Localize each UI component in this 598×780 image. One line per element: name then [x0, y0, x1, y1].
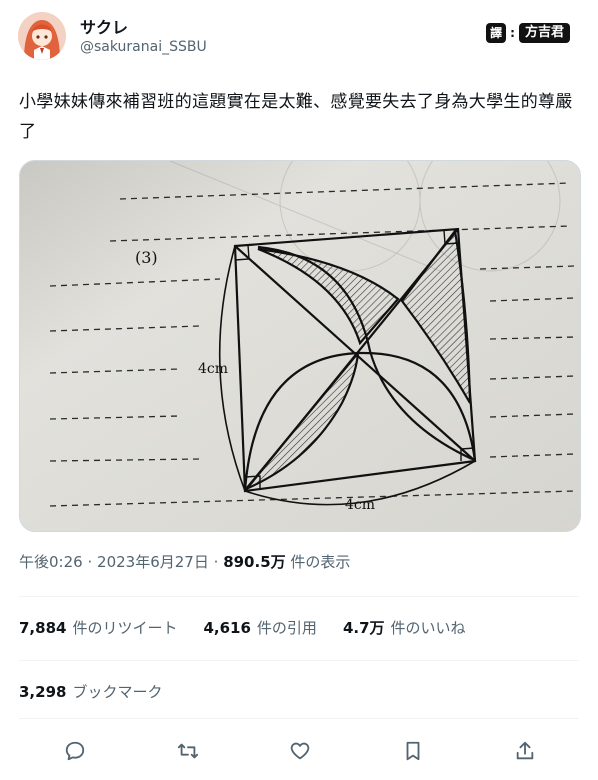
translator-credit: 譯 : 方吉君 [486, 22, 570, 44]
translator-name: 方吉君 [518, 23, 570, 43]
bookmarks-count: 3,298 [19, 683, 67, 701]
quotes-count: 4,616 [203, 619, 251, 637]
views-label: 件の表示 [290, 553, 351, 571]
reply-button[interactable] [60, 736, 90, 766]
translator-separator: : [510, 26, 515, 40]
likes-count: 4.7万 [342, 619, 385, 637]
share-button[interactable] [510, 736, 540, 766]
post-header: サクレ @sakuranai_SSBU 譯 : 方吉君 [0, 0, 598, 72]
retweet-icon [177, 743, 198, 759]
bookmark-icon [406, 741, 419, 761]
post-meta: 午後0:26 · 2023年6月27日 · 890.5万 件の表示 [19, 551, 350, 572]
side-label-bottom: 4cm [345, 497, 375, 513]
divider [19, 718, 579, 719]
post-date[interactable]: 2023年6月27日 [97, 553, 209, 571]
geometry-problem-figure: (3) 4cm 4cm [20, 161, 580, 531]
reply-icon [65, 741, 85, 761]
retweets-count: 7,884 [19, 619, 67, 637]
post-time[interactable]: 午後0:26 [19, 553, 83, 571]
quotes-label: 件の引用 [256, 619, 317, 637]
problem-number: (3) [135, 248, 158, 267]
quotes-stat[interactable]: 4,616 件の引用 [203, 617, 316, 638]
side-label-left: 4cm [198, 361, 228, 377]
translator-badge: 譯 [486, 23, 507, 43]
like-button[interactable] [285, 736, 315, 766]
divider [19, 660, 579, 661]
action-bar [60, 736, 540, 766]
avatar[interactable] [18, 12, 66, 60]
engagement-stats: 7,884 件のリツイート 4,616 件の引用 4.7万 件のいいね [19, 617, 466, 638]
post-media-image[interactable]: (3) 4cm 4cm [19, 160, 581, 532]
author-name[interactable]: サクレ [80, 14, 128, 38]
retweets-label: 件のリツイート [72, 619, 178, 637]
bookmarks-stat[interactable]: 3,298 ブックマーク [19, 681, 162, 702]
share-icon [516, 741, 534, 760]
divider [19, 596, 579, 597]
bookmark-button[interactable] [398, 736, 428, 766]
likes-stat[interactable]: 4.7万 件のいいね [343, 617, 466, 638]
like-icon [290, 742, 310, 760]
meta-separator-1: · [87, 553, 93, 571]
likes-label: 件のいいね [390, 619, 466, 637]
author-handle[interactable]: @sakuranai_SSBU [80, 39, 207, 55]
meta-separator-2: · [213, 553, 219, 571]
retweet-button[interactable] [173, 736, 203, 766]
avatar-icon [18, 12, 66, 60]
views-count: 890.5万 [223, 553, 286, 571]
post-text: 小學妹妹傳來補習班的這題實在是太難、感覺要失去了身為大學生的尊嚴了 [19, 92, 573, 142]
bookmarks-label: ブックマーク [72, 683, 163, 701]
retweets-stat[interactable]: 7,884 件のリツイート [19, 617, 177, 638]
